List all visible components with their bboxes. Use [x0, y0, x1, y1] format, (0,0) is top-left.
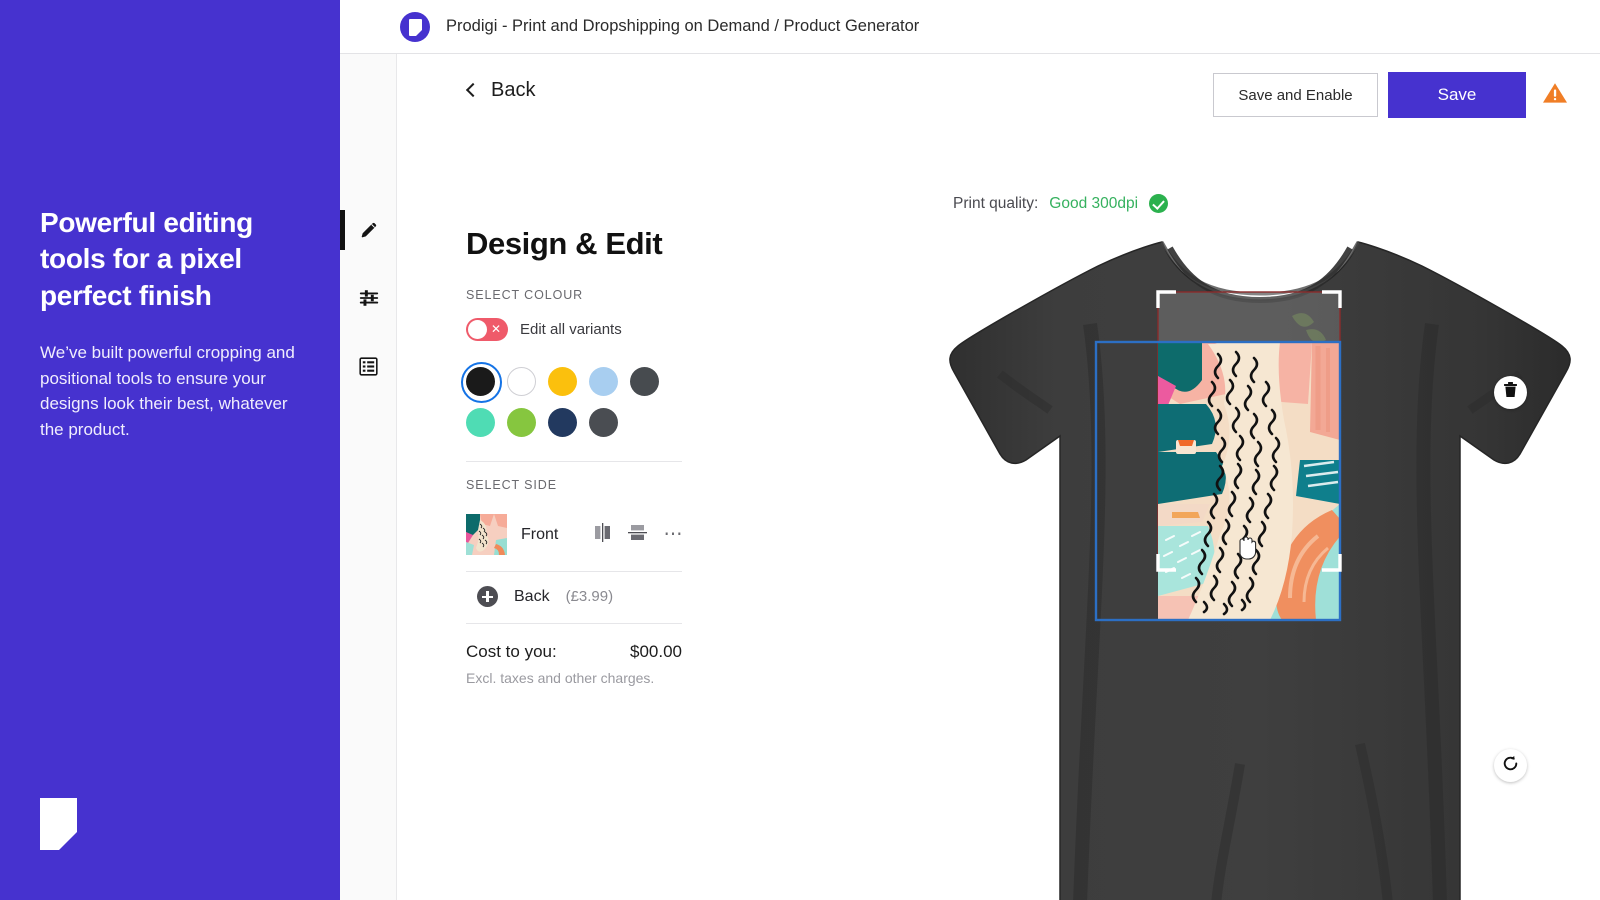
cost-value: $00.00: [630, 642, 682, 662]
trash-icon: [1503, 382, 1518, 403]
tool-rail: [340, 54, 397, 900]
promo-headline: Powerful editing tools for a pixel perfe…: [40, 205, 300, 314]
save-button[interactable]: Save: [1388, 72, 1526, 118]
cross-icon: ✕: [491, 322, 501, 337]
plus-circle-icon[interactable]: [477, 586, 498, 607]
side-actions-front: ⋯: [594, 523, 685, 547]
swatch-gold[interactable]: [548, 367, 577, 396]
tshirt-mockup[interactable]: [940, 204, 1580, 900]
cost-row: Cost to you: $00.00: [466, 642, 682, 662]
select-colour-label: SELECT COLOUR: [466, 288, 684, 302]
promo-panel: Powerful editing tools for a pixel perfe…: [0, 0, 340, 900]
back-button[interactable]: Back: [468, 79, 535, 102]
action-bar: Save and Enable Save: [1213, 72, 1568, 118]
side-row-back[interactable]: Back (£3.99): [466, 578, 684, 623]
mockup-stage: Print quality: Good 300dpi: [940, 184, 1580, 900]
edit-all-variants-label: Edit all variants: [520, 321, 622, 338]
ellipsis-icon[interactable]: ⋯: [664, 531, 685, 539]
swatch-dark-grey[interactable]: [630, 367, 659, 396]
divider: [466, 461, 682, 462]
swatch-black[interactable]: [466, 367, 495, 396]
list-details-icon: [358, 356, 379, 377]
swatch-charcoal[interactable]: [589, 408, 618, 437]
side-row-front[interactable]: Front: [466, 508, 684, 571]
prodigi-circle-logo-icon: [400, 12, 430, 42]
side-label-back: Back: [514, 588, 550, 606]
swatch-lime[interactable]: [507, 408, 536, 437]
swatch-navy[interactable]: [548, 408, 577, 437]
panel-title: Design & Edit: [466, 226, 684, 262]
select-side-label: SELECT SIDE: [466, 478, 684, 492]
swatch-mint[interactable]: [466, 408, 495, 437]
flip-horizontal-icon[interactable]: [594, 523, 611, 547]
artwork-thumbnail-icon: [466, 514, 507, 555]
warning-triangle-icon[interactable]: [1542, 81, 1568, 110]
flip-vertical-icon[interactable]: [628, 524, 647, 546]
side-label-front: Front: [521, 526, 558, 544]
product-generator-app: Powerful editing tools for a pixel perfe…: [0, 0, 1600, 900]
cost-label: Cost to you:: [466, 642, 557, 662]
swatch-white[interactable]: [507, 367, 536, 396]
edit-all-variants-row: ✕ Edit all variants: [466, 318, 684, 341]
save-and-enable-button[interactable]: Save and Enable: [1213, 73, 1378, 117]
divider: [466, 571, 682, 572]
swatch-light-blue[interactable]: [589, 367, 618, 396]
promo-body: We’ve built powerful cropping and positi…: [40, 340, 302, 442]
prodigi-page-logo-icon: [40, 798, 77, 850]
design-tool-button[interactable]: [340, 196, 397, 264]
page-title: Prodigi - Print and Dropshipping on Dema…: [446, 17, 919, 36]
pencil-icon: [358, 219, 380, 241]
edit-all-variants-toggle[interactable]: ✕: [466, 318, 508, 341]
rotate-artwork-button[interactable]: [1494, 749, 1527, 782]
cost-note: Excl. taxes and other charges.: [466, 670, 684, 686]
adjust-tool-button[interactable]: [340, 264, 397, 332]
rotate-icon: [1502, 755, 1519, 777]
colour-swatch-group: [466, 367, 682, 437]
workspace: Back Save and Enable Save Design & Edit …: [340, 54, 1600, 900]
details-tool-button[interactable]: [340, 332, 397, 400]
back-label: Back: [491, 79, 535, 102]
divider: [466, 623, 682, 624]
sliders-icon: [358, 287, 380, 309]
chevron-left-icon: [466, 83, 480, 97]
top-bar: Prodigi - Print and Dropshipping on Dema…: [340, 0, 1600, 54]
delete-artwork-button[interactable]: [1494, 376, 1527, 409]
side-price-back: (£3.99): [566, 588, 614, 605]
design-edit-panel: Design & Edit SELECT COLOUR ✕ Edit all v…: [466, 226, 684, 686]
